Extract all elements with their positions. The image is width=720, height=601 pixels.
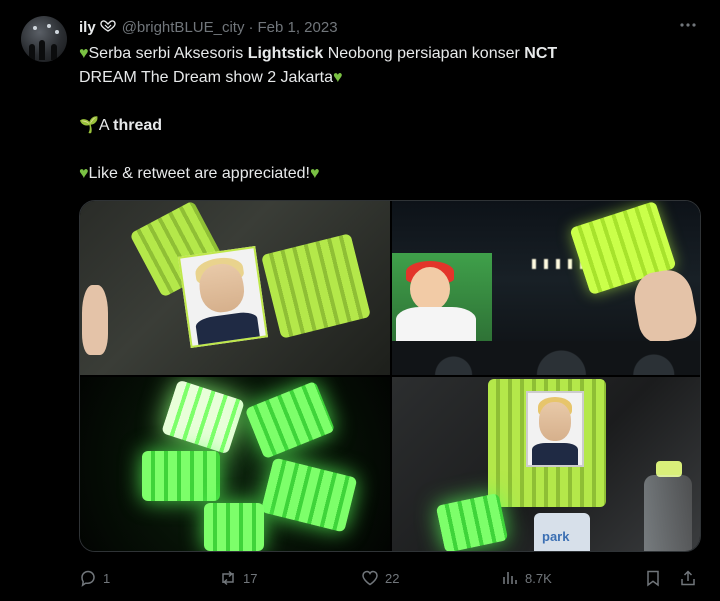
tweet-text-part: A	[98, 117, 114, 134]
tweet-text-part: Serba serbi Aksesoris	[88, 45, 248, 62]
tweet-line-3: 🌱A thread	[79, 114, 679, 138]
green-heart-icon: ♥	[79, 45, 89, 62]
more-options-icon[interactable]	[677, 16, 699, 38]
green-heart-icon: ♥	[309, 165, 320, 182]
heart-outline-icon	[99, 19, 116, 35]
views-button[interactable]: 8.7K	[501, 567, 552, 589]
user-handle[interactable]: @brightBLUE_city	[122, 19, 245, 36]
photo-lightstick-accessories[interactable]	[80, 201, 390, 375]
separator-dot: ·	[248, 18, 254, 36]
tweet-text-part: DREAM The Dream show 2 Jakarta	[79, 69, 334, 86]
share-button[interactable]	[679, 567, 697, 589]
tweet-date[interactable]: Feb 1, 2023	[257, 19, 337, 36]
like-count: 22	[385, 570, 400, 586]
display-name[interactable]: ily	[79, 19, 96, 36]
bookmark-icon	[647, 570, 659, 587]
reply-count: 1	[103, 570, 111, 586]
retweet-button[interactable]: 17	[219, 567, 257, 589]
green-heart-icon: ♥	[79, 165, 89, 182]
tweet-line-4: ♥Like & retweet are appreciated!♥	[79, 162, 679, 186]
bookmark-button[interactable]	[644, 567, 662, 589]
tweet-text-bold: NCT	[524, 45, 558, 62]
tweet-text-part: Neobong persiapan konser	[323, 45, 525, 62]
tweet-text-bold: Lightstick	[247, 45, 324, 62]
photo-glowing-lightsticks[interactable]	[80, 377, 390, 551]
green-heart-icon: ♥	[333, 69, 343, 86]
retweet-count: 17	[243, 570, 258, 586]
photo-concert-stage[interactable]	[392, 201, 700, 375]
views-count: 8.7K	[525, 570, 552, 586]
like-heart-icon	[362, 570, 378, 586]
seedling-icon: 🌱	[79, 117, 99, 134]
photo-lightstick-with-card[interactable]: park	[392, 377, 700, 551]
media-grid: park	[79, 200, 701, 552]
tweet-actions: 1 17 22 8.7K	[79, 567, 701, 589]
views-chart-icon	[503, 572, 517, 584]
bottle-label: park	[542, 529, 570, 544]
avatar[interactable]	[21, 16, 67, 62]
tweet-line-1: ♥Serba serbi Aksesoris Lightstick Neobon…	[79, 42, 679, 66]
like-button[interactable]: 22	[361, 567, 399, 589]
tweet-card[interactable]: ily @brightBLUE_city · Feb 1, 2023 ♥Serb…	[0, 0, 720, 601]
tweet-text: ♥Serba serbi Aksesoris Lightstick Neobon…	[79, 42, 679, 186]
share-icon	[681, 570, 695, 586]
tweet-text-bold: thread	[113, 117, 163, 134]
tweet-text-part: Like & retweet are appreciated!	[88, 165, 310, 182]
retweet-icon	[222, 570, 234, 586]
tweet-line-2: DREAM The Dream show 2 Jakarta♥	[79, 66, 679, 90]
reply-button[interactable]: 1	[79, 567, 110, 589]
tweet-header: ily @brightBLUE_city · Feb 1, 2023	[79, 17, 338, 37]
reply-icon	[81, 570, 95, 587]
